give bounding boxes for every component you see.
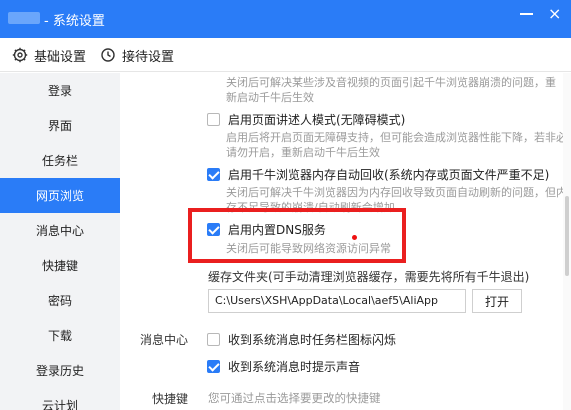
settings-tab-bar: 基础设置 接待设置 bbox=[0, 38, 571, 72]
minimize-button[interactable] bbox=[520, 6, 534, 20]
highlight-annotation-box bbox=[188, 208, 406, 263]
close-button[interactable]: × bbox=[548, 6, 561, 22]
sidebar-item-login-history[interactable]: 登录历史 bbox=[0, 353, 120, 388]
narrator-mode-option[interactable]: 启用页面讲述人模式(无障碍模式) bbox=[207, 111, 405, 128]
narrator-mode-description: 请勿开启，重新启动千牛后生效 bbox=[226, 146, 380, 159]
annotation-dot bbox=[352, 235, 357, 240]
sidebar-item-message-center[interactable]: 消息中心 bbox=[0, 213, 120, 248]
cache-folder-path-input[interactable]: C:\Users\XSH\AppData\Local\aef5\AliApp bbox=[208, 289, 466, 313]
taskbar-flash-option[interactable]: 收到系统消息时任务栏图标闪烁 bbox=[207, 331, 396, 348]
narrator-mode-description: 启用后将开启页面无障碍支持，但可能会造成浏览器性能下降，若非必要， bbox=[226, 131, 571, 144]
sidebar-item-login[interactable]: 登录 bbox=[0, 73, 120, 108]
option-label: 启用页面讲述人模式(无障碍模式) bbox=[228, 113, 406, 127]
sidebar-item-password[interactable]: 密码 bbox=[0, 283, 120, 318]
memory-recycle-checkbox[interactable] bbox=[207, 168, 220, 181]
option-label: 收到系统消息时任务栏图标闪烁 bbox=[228, 333, 397, 347]
narrator-mode-checkbox[interactable] bbox=[207, 113, 220, 126]
memory-recycle-option[interactable]: 启用千牛浏览器内存自动回收(系统内存或页面文件严重不足) bbox=[207, 166, 549, 183]
option-label: 启用千牛浏览器内存自动回收(系统内存或页面文件严重不足) bbox=[228, 168, 550, 182]
cache-folder-label: 缓存文件夹(可手动清理浏览器缓存，需要先将所有千牛退出) bbox=[208, 270, 530, 284]
message-sound-checkbox[interactable] bbox=[207, 360, 220, 373]
tab-label: 基础设置 bbox=[34, 49, 87, 65]
sidebar-item-shortcuts[interactable]: 快捷键 bbox=[0, 248, 120, 283]
sidebar-item-web-browsing[interactable]: 网页浏览 bbox=[0, 178, 120, 213]
window-title: - 系统设置 bbox=[44, 14, 105, 29]
message-center-section-label: 消息中心 bbox=[140, 333, 189, 347]
sidebar-item-cloud-plan[interactable]: 云计划 bbox=[0, 388, 120, 410]
memory-recycle-description: 关闭后可解决千牛浏览器因为内存回收导致页面自动刷新的问题，但内 bbox=[226, 186, 567, 199]
gear-icon bbox=[12, 47, 28, 63]
content-scrollbar-thumb[interactable] bbox=[565, 196, 569, 276]
shortcut-section-label: 快捷键 bbox=[152, 392, 189, 406]
media-option-description: 新启动千牛后生效 bbox=[226, 91, 314, 104]
taskbar-flash-checkbox[interactable] bbox=[207, 333, 220, 346]
shortcut-description: 您可通过点击选择要更改的快捷键 bbox=[208, 391, 381, 405]
open-cache-folder-button[interactable]: 打开 bbox=[472, 289, 522, 313]
sidebar-item-interface[interactable]: 界面 bbox=[0, 108, 120, 143]
title-bar: - 系统设置 × bbox=[0, 0, 571, 38]
app-logo bbox=[8, 12, 40, 24]
option-label: 收到系统消息时提示声音 bbox=[228, 360, 361, 374]
sidebar-item-taskbar[interactable]: 任务栏 bbox=[0, 143, 120, 178]
tab-reception-settings[interactable]: 接待设置 bbox=[100, 38, 174, 72]
tab-basic-settings[interactable]: 基础设置 bbox=[12, 38, 86, 72]
settings-sidebar: 登录 界面 任务栏 网页浏览 消息中心 快捷键 密码 下载 登录历史 云计划 bbox=[0, 73, 120, 410]
tab-label: 接待设置 bbox=[122, 49, 175, 65]
clock-icon bbox=[101, 48, 115, 62]
sidebar-item-download[interactable]: 下载 bbox=[0, 318, 120, 353]
media-option-description: 关闭后可解决某些涉及音视频的页面引起千牛浏览器崩溃的问题，重 bbox=[226, 76, 556, 89]
message-sound-option[interactable]: 收到系统消息时提示声音 bbox=[207, 358, 360, 375]
